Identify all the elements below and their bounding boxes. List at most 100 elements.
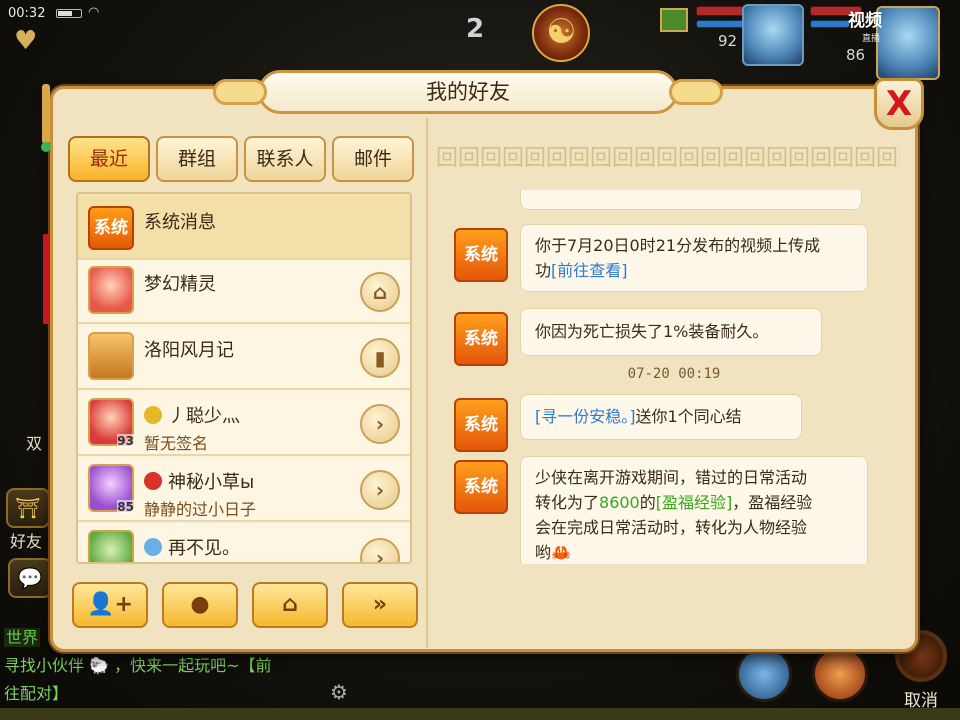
list-item[interactable]: 梦幻精灵 ⌂	[78, 260, 410, 324]
contact-level: 93	[117, 434, 134, 448]
add-user-icon: 👤+	[87, 592, 133, 617]
message-text: 转化为了	[535, 493, 600, 512]
list-item-system[interactable]: 系统 系统消息	[78, 194, 410, 260]
chat-line-1: 寻找小伙伴	[4, 656, 85, 675]
message-bubble: [寻一份安稳。]送你1个同心结	[520, 394, 802, 440]
add-friend-button[interactable]: 👤+	[72, 582, 148, 628]
system-badge: 系统	[454, 460, 508, 514]
action-bar: 👤+ ● ⌂ »	[72, 582, 418, 632]
list-item[interactable]: 93 丿聪少灬 暂无签名 ›	[78, 392, 410, 456]
contact-list[interactable]: 系统 系统消息 梦幻精灵 ⌂ 洛阳风月记 ▮ 93 丿聪少灬 暂无签名 › 85	[76, 192, 412, 564]
contact-level: 85	[117, 500, 134, 514]
book-icon[interactable]: ▮	[360, 338, 400, 378]
list-item[interactable]: 85 神秘小草ы 静静的过小日子 ›	[78, 458, 410, 522]
bottom-strip	[0, 708, 960, 720]
contact-name-wrap: 神秘小草ы	[144, 468, 254, 494]
home-button[interactable]: ⌂	[252, 582, 328, 628]
favorite-icon[interactable]: ♥	[14, 28, 42, 54]
bonus-exp-link[interactable]: [盈福经验]	[656, 493, 733, 512]
watermark-sub: 直播	[862, 34, 881, 44]
system-badge: 系统	[454, 312, 508, 366]
sender-link[interactable]: [寻一份安稳。]	[535, 407, 636, 426]
watermark-text: 视频	[848, 11, 882, 31]
school-icon	[144, 538, 162, 556]
tab-groups[interactable]: 群组	[156, 136, 238, 182]
tab-mail[interactable]: 邮件	[332, 136, 414, 182]
buff-icon[interactable]	[660, 8, 688, 32]
player-hp-bar	[696, 6, 744, 16]
list-item[interactable]: 洛阳风月记 ▮	[78, 326, 410, 390]
message-list[interactable]: 系统 你于7月20日0时21分发布的视频上传成 功[前往查看] 系统 你因为死亡…	[442, 190, 906, 564]
close-icon: X	[885, 84, 913, 124]
contact-signature: 静静的过小日子	[144, 500, 257, 519]
chevron-right-icon[interactable]: ›	[360, 404, 400, 444]
avatar	[88, 332, 134, 380]
message-bubble: 你于7月20日0时21分发布的视频上传成 功[前往查看]	[520, 224, 868, 292]
chat-line-2[interactable]: 往配对】	[4, 684, 68, 703]
close-button[interactable]: X	[874, 78, 924, 130]
wifi-icon: ◠	[88, 5, 100, 20]
status-bar: 00:32 ◠	[0, 0, 420, 26]
target-mp-bar	[810, 20, 850, 28]
clock: 00:32	[8, 6, 46, 21]
message-text: 的	[639, 493, 656, 512]
view-link[interactable]: [前往查看]	[551, 261, 628, 280]
message-bubble: 你因为死亡损失了1%装备耐久。	[520, 308, 822, 356]
dialog-ornament	[38, 84, 54, 324]
chat-channel-tag[interactable]: 世界	[4, 628, 41, 647]
message-bubble	[520, 190, 862, 210]
contact-name-wrap: 丿聪少灬	[144, 402, 240, 428]
list-item[interactable]: 再不见。 ›	[78, 524, 410, 562]
avatar: 85	[88, 464, 134, 514]
message-text: 哟	[535, 543, 552, 562]
target-level: 86	[846, 46, 866, 64]
friends-side-icon[interactable]: ⛩	[6, 488, 50, 528]
school-icon	[144, 472, 162, 490]
target-avatar[interactable]	[876, 6, 940, 80]
system-badge: 系统	[454, 398, 508, 452]
home-icon[interactable]: ⌂	[360, 272, 400, 312]
guild-emblem-icon[interactable]	[532, 4, 590, 62]
friends-side-label[interactable]: 好友	[10, 528, 42, 552]
system-badge: 系统	[454, 228, 508, 282]
gear-icon[interactable]: ⚙	[330, 680, 348, 704]
skill-2-button[interactable]	[812, 646, 868, 702]
message-text: 功	[535, 261, 552, 280]
dialog-title-banner: 我的好友	[213, 70, 723, 114]
contact-name: 系统消息	[144, 212, 216, 233]
contacts-pane: 最近 群组 联系人 邮件 系统 系统消息 梦幻精灵 ⌂ 洛阳风月记 ▮ 93 丿…	[54, 118, 420, 648]
side-label-shuang: 双	[26, 434, 43, 453]
chevron-right-icon[interactable]: ›	[360, 470, 400, 510]
school-icon	[144, 406, 162, 424]
double-chevron-icon: »	[372, 592, 388, 617]
message-text: ，盈福经验	[732, 493, 813, 512]
dialog-title: 我的好友	[426, 80, 510, 104]
message-bubble: 少侠在离开游戏期间，错过的日常活动 转化为了8600的[盈福经验]，盈福经验 会…	[520, 456, 868, 564]
chat-side-icon[interactable]: 💬	[8, 558, 52, 598]
contact-signature: 暂无签名	[144, 434, 209, 453]
tab-contacts[interactable]: 联系人	[244, 136, 326, 182]
chat-bubble-icon: ●	[190, 592, 210, 617]
more-button[interactable]: »	[342, 582, 418, 628]
contact-name: 梦幻精灵	[144, 274, 216, 295]
cancel-label: 取消	[904, 691, 938, 711]
tab-bar: 最近 群组 联系人 邮件	[68, 136, 414, 184]
avatar: 93	[88, 398, 134, 448]
system-badge: 系统	[88, 206, 134, 250]
contact-name: 神秘小草ы	[168, 472, 255, 493]
skill-1-button[interactable]	[736, 646, 792, 702]
chat-button[interactable]: ●	[162, 582, 238, 628]
tab-recent[interactable]: 最近	[68, 136, 150, 182]
emoji-icon: 🦀	[551, 543, 571, 562]
avatar	[88, 266, 134, 314]
fret-border-decoration: 回回回回回回回回回回回回回回回回回回回回回回	[436, 146, 900, 171]
message-text: 送你1个同心结	[635, 407, 742, 426]
contact-name: 丿聪少灬	[168, 406, 240, 427]
contact-name: 洛阳风月记	[144, 340, 234, 361]
player-level: 92	[718, 32, 738, 50]
chevron-right-icon[interactable]: ›	[360, 538, 400, 562]
message-text: 少侠在离开游戏期间，错过的日常活动	[535, 468, 808, 487]
contact-name: 再不见。	[168, 538, 240, 559]
player-avatar[interactable]	[742, 4, 804, 66]
home-icon: ⌂	[282, 592, 298, 617]
